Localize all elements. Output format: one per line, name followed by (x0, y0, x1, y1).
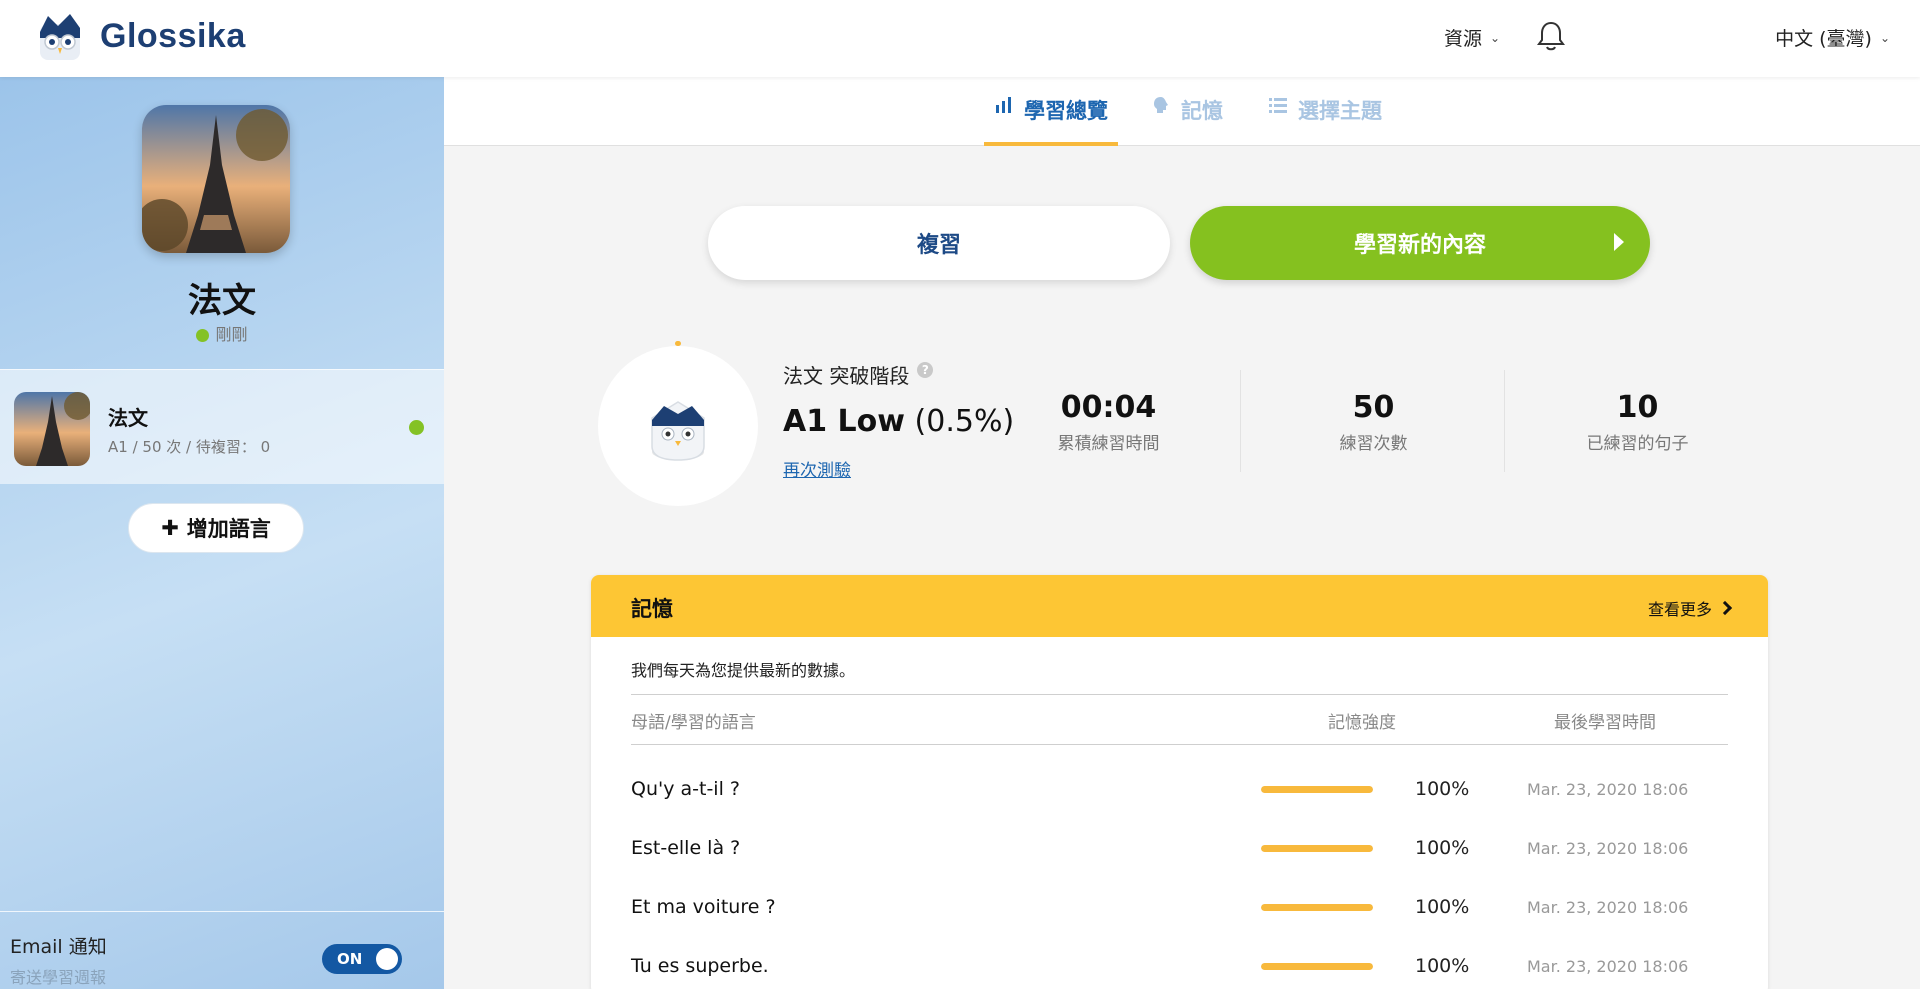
chevron-right-icon (1717, 600, 1733, 616)
course-photo (142, 105, 290, 253)
email-toggle[interactable]: ON (322, 944, 402, 974)
stat-value: 10 (1616, 390, 1659, 425)
add-language-label: 增加語言 (186, 517, 271, 541)
memory-card: 記憶 查看更多 我們每天為您提供最新的數據。 母語/學習的語言 記憶強度 最後學… (591, 575, 1768, 989)
memory-card-header: 記憶 查看更多 (591, 575, 1768, 637)
stat-label: 累積練習時間 (1057, 434, 1160, 454)
row-time: Mar. 23, 2020 18:06 (1527, 780, 1689, 799)
status-text: 剛剛 (215, 325, 248, 344)
level-name: A1 Low (783, 404, 905, 439)
row-time: Mar. 23, 2020 18:06 (1527, 957, 1689, 976)
chevron-down-icon: ⌄ (1879, 30, 1890, 45)
resources-menu[interactable]: 資源 ⌄ (1444, 24, 1500, 51)
stat-sentences: 10 已練習的句子 (1505, 390, 1770, 454)
divider (631, 694, 1728, 695)
tab-overview[interactable]: 學習總覽 (984, 95, 1118, 146)
course-meta: A1 / 50 次 / 待複習： 0 (108, 438, 271, 456)
course-title: 法文 (188, 281, 256, 321)
row-time: Mar. 23, 2020 18:06 (1527, 839, 1689, 858)
column-header-last-time: 最後學習時間 (1554, 713, 1656, 733)
active-dot-icon (409, 420, 424, 435)
strength-fill (1261, 845, 1373, 852)
memory-description: 我們每天為您提供最新的數據。 (631, 661, 856, 680)
strength-bar (1261, 963, 1373, 970)
table-row[interactable]: Qu'y a-t-il ? 100% Mar. 23, 2020 18:06 (631, 770, 1728, 810)
level-label: 法文 突破階段 ? (783, 360, 934, 389)
strength-bar (1261, 904, 1373, 911)
row-time: Mar. 23, 2020 18:06 (1527, 898, 1689, 917)
course-name: 法文 (108, 406, 148, 430)
sidebar: 法文 剛剛 法文 A1 / 50 次 / 待複習： 0 ✚ 增加語言 Email… (0, 77, 444, 989)
email-notification: Email 通知 寄送學習週報 ON (0, 911, 444, 989)
stat-value: 50 (1352, 390, 1395, 425)
retest-link[interactable]: 再次測驗 (783, 456, 851, 481)
strength-fill (1261, 786, 1373, 793)
row-phrase: Qu'y a-t-il ? (631, 778, 740, 800)
chevron-down-icon: ⌄ (1490, 30, 1501, 45)
row-phrase: Est-elle là ? (631, 837, 741, 859)
level-label-text: 法文 突破階段 (783, 364, 910, 388)
review-button[interactable]: 複習 (708, 206, 1170, 280)
memory-card-title: 記憶 (631, 597, 673, 621)
help-icon[interactable]: ? (917, 361, 934, 378)
course-thumbnail (14, 392, 90, 466)
owl-logo-icon (34, 10, 86, 62)
top-header: Glossika 資源 ⌄ 中文 (臺灣) ⌄ (0, 0, 1920, 77)
add-language-button[interactable]: ✚ 增加語言 (128, 503, 304, 553)
stat-practice-count: 50 練習次數 (1241, 390, 1506, 454)
brain-icon (1151, 95, 1171, 120)
stat-practice-time: 00:04 累積練習時間 (976, 390, 1241, 454)
stat-label: 練習次數 (1339, 434, 1408, 454)
row-strength: 100% (1415, 778, 1470, 800)
stat-label: 已練習的句子 (1586, 434, 1689, 454)
resources-label: 資源 (1444, 28, 1483, 50)
row-phrase: Tu es superbe. (631, 955, 769, 977)
email-subtitle: 寄送學習週報 (10, 968, 107, 987)
tab-topics[interactable]: 選擇主題 (1258, 95, 1392, 146)
divider (631, 744, 1728, 745)
table-row[interactable]: Tu es superbe. 100% Mar. 23, 2020 18:06 (631, 947, 1728, 987)
column-header-strength: 記憶強度 (1328, 713, 1396, 733)
online-dot-icon (196, 329, 210, 342)
table-row[interactable]: Et ma voiture ? 100% Mar. 23, 2020 18:06 (631, 888, 1728, 928)
main-tabs: 學習總覽 記憶 選擇主題 (444, 77, 1920, 146)
language-label: 中文 (臺灣) (1775, 28, 1872, 50)
glossika-logo[interactable]: Glossika (34, 10, 246, 62)
learn-new-button[interactable]: 學習新的內容 (1190, 206, 1650, 280)
tab-label: 記憶 (1181, 99, 1223, 123)
sidebar-item-french[interactable]: 法文 A1 / 50 次 / 待複習： 0 (0, 369, 444, 484)
column-header-phrase: 母語/學習的語言 (631, 713, 756, 733)
row-strength: 100% (1415, 837, 1470, 859)
level-mascot (598, 346, 758, 506)
view-more-link[interactable]: 查看更多 (1647, 596, 1733, 620)
row-strength: 100% (1415, 896, 1470, 918)
course-status: 剛剛 (0, 321, 444, 345)
strength-bar (1261, 845, 1373, 852)
row-phrase: Et ma voiture ? (631, 896, 776, 918)
strength-bar (1261, 786, 1373, 793)
table-row[interactable]: Est-elle là ? 100% Mar. 23, 2020 18:06 (631, 829, 1728, 869)
language-selector[interactable]: 中文 (臺灣) ⌄ (1775, 24, 1890, 51)
toggle-label: ON (337, 950, 363, 968)
stat-value: 00:04 (1060, 390, 1157, 425)
toggle-knob (376, 948, 398, 970)
list-icon (1268, 95, 1288, 120)
tab-label: 學習總覽 (1024, 99, 1108, 123)
owl-mascot-icon (651, 401, 705, 461)
tab-label: 選擇主題 (1298, 99, 1382, 123)
logo-text: Glossika (100, 16, 246, 55)
play-arrow-icon (1614, 233, 1624, 251)
bell-icon[interactable] (1536, 20, 1566, 52)
view-more-label: 查看更多 (1647, 600, 1712, 619)
tab-memory[interactable]: 記憶 (1141, 95, 1233, 146)
row-strength: 100% (1415, 955, 1470, 977)
strength-fill (1261, 963, 1373, 970)
email-title: Email 通知 (10, 936, 107, 958)
plus-icon: ✚ (161, 516, 179, 540)
learn-new-label: 學習新的內容 (1353, 233, 1486, 258)
bar-chart-icon (994, 95, 1014, 120)
strength-fill (1261, 904, 1373, 911)
